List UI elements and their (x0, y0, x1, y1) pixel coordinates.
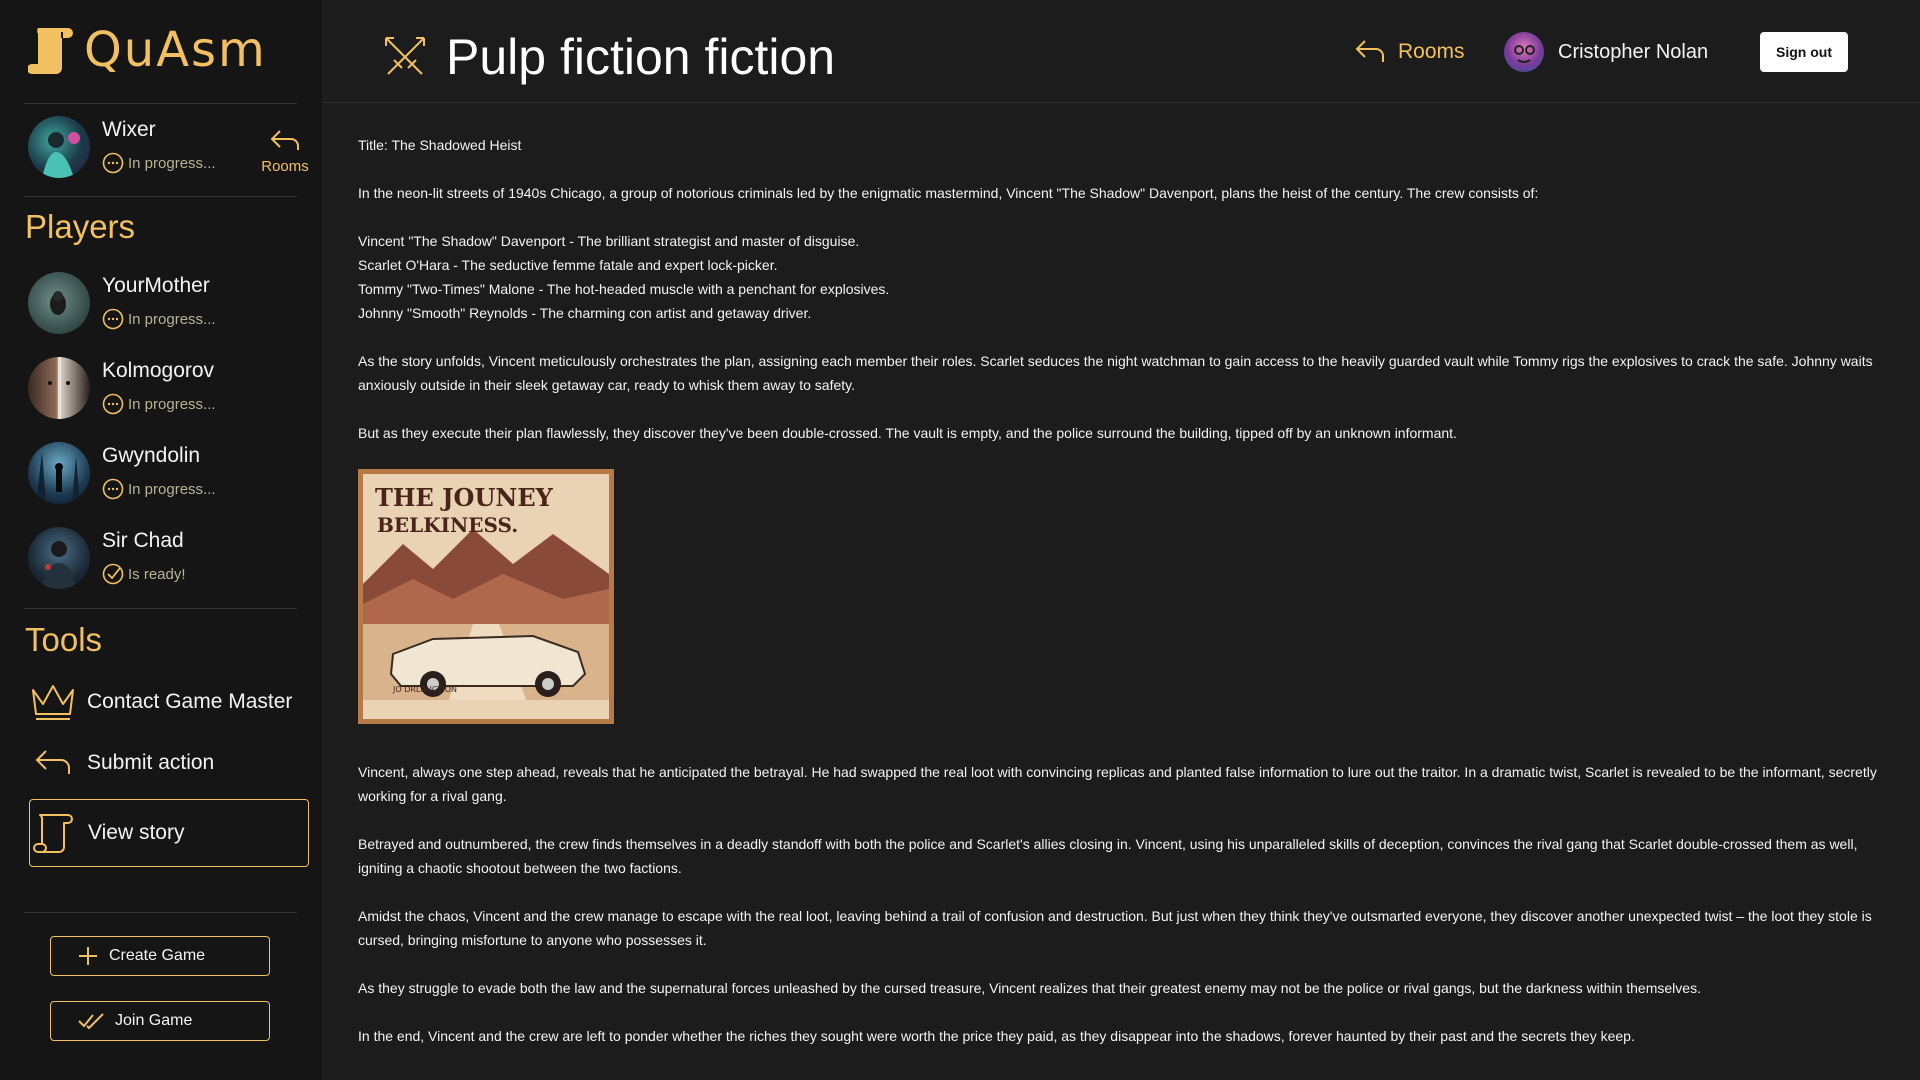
header: Pulp fiction fiction Rooms Cristopher No… (322, 0, 1920, 103)
crown-icon (29, 682, 77, 722)
create-game-button[interactable]: Create Game (50, 936, 270, 976)
player-status: In progress... (102, 393, 216, 415)
player-status: In progress... (102, 152, 216, 174)
player-status: Is ready! (102, 563, 186, 585)
player-name: YourMother (102, 274, 210, 297)
join-game-button[interactable]: Join Game (50, 1001, 270, 1041)
status-text: In progress... (128, 480, 216, 498)
story-poster-image: THE JOUNEY BELKINESS. JO DRLAUCTION (358, 469, 614, 724)
avatar (28, 442, 90, 504)
crew-list: Vincent "The Shadow" Davenport - The bri… (358, 229, 1888, 325)
tool-label: View story (88, 821, 185, 844)
player-status: In progress... (102, 478, 216, 500)
view-story-button[interactable]: View story (29, 799, 309, 867)
return-arrow-icon (29, 747, 77, 779)
logo[interactable]: QuAsm (28, 22, 267, 78)
divider (24, 103, 297, 104)
sidebar: QuAsm Wixer In progress... Rooms Players… (0, 0, 322, 1080)
crew-item: Tommy "Two-Times" Malone - The hot-heade… (358, 281, 890, 297)
player-item[interactable]: YourMother In progress... (26, 272, 306, 336)
tool-label: Contact Game Master (87, 690, 293, 713)
avatar (28, 527, 90, 589)
player-name: Sir Chad (102, 529, 184, 552)
tool-label: Submit action (87, 751, 215, 774)
in-progress-icon (102, 308, 124, 330)
logo-text: QuAsm (84, 22, 267, 78)
double-check-icon (78, 1013, 104, 1030)
status-text: In progress... (128, 310, 216, 328)
status-text: Is ready! (128, 565, 186, 583)
player-item[interactable]: Sir Chad Is ready! (26, 527, 306, 591)
rooms-nav-label: Rooms (1398, 40, 1465, 63)
story-paragraph: Amidst the chaos, Vincent and the crew m… (358, 908, 1872, 948)
status-text: In progress... (128, 395, 216, 413)
poster-headline: THE JOUNEY (375, 483, 554, 512)
players-title: Players (25, 208, 136, 245)
story-paragraph: As the story unfolds, Vincent meticulous… (358, 353, 1873, 393)
player-name: Gwyndolin (102, 444, 201, 467)
player-item[interactable]: Kolmogorov In progress... (26, 357, 306, 421)
plus-icon (79, 947, 97, 965)
avatar (28, 272, 90, 334)
in-progress-icon (102, 152, 124, 174)
divider (24, 608, 297, 609)
ready-check-icon (102, 563, 124, 585)
contact-game-master-button[interactable]: Contact Game Master (29, 668, 309, 736)
in-progress-icon (102, 478, 124, 500)
page-title: Pulp fiction fiction (446, 29, 836, 85)
divider (24, 912, 297, 913)
poster-footer: JO DRLAUCTION (392, 685, 457, 694)
rooms-mini-button[interactable]: Rooms (260, 128, 310, 175)
avatar (28, 116, 90, 178)
status-text: In progress... (128, 154, 216, 172)
player-name: Kolmogorov (102, 359, 215, 382)
poster-subheadline: BELKINESS. (377, 513, 518, 537)
story-paragraph: In the neon-lit streets of 1940s Chicago… (358, 185, 1539, 201)
rooms-mini-label: Rooms (261, 158, 309, 175)
in-progress-icon (102, 393, 124, 415)
submit-action-button[interactable]: Submit action (29, 729, 309, 797)
story-paragraph: Betrayed and outnumbered, the crew finds… (358, 836, 1858, 876)
story-paragraph: In the end, Vincent and the crew are lef… (358, 1028, 1635, 1044)
avatar (1504, 32, 1544, 72)
crew-item: Scarlet O'Hara - The seductive femme fat… (358, 257, 778, 273)
story-content: Title: The Shadowed Heist In the neon-li… (358, 133, 1888, 1072)
player-name: Wixer (102, 118, 156, 141)
user-profile[interactable]: Cristopher Nolan (1504, 32, 1708, 72)
player-item[interactable]: Gwyndolin In progress... (26, 442, 306, 506)
story-title: Title: The Shadowed Heist (358, 137, 522, 153)
avatar (28, 357, 90, 419)
user-name: Cristopher Nolan (1558, 40, 1709, 63)
join-game-label: Join Game (115, 1012, 193, 1029)
return-arrow-icon (1355, 40, 1384, 62)
scroll-icon (30, 811, 78, 855)
return-arrow-icon (270, 130, 299, 150)
scroll-logo-icon (28, 28, 73, 74)
crew-item: Vincent "The Shadow" Davenport - The bri… (358, 233, 860, 249)
page-title-wrap: Pulp fiction fiction (382, 28, 835, 86)
create-game-label: Create Game (109, 947, 206, 964)
story-paragraph: But as they execute their plan flawlessl… (358, 425, 1457, 441)
player-status: In progress... (102, 308, 216, 330)
divider (24, 196, 297, 197)
story-paragraph: As they struggle to evade both the law a… (358, 980, 1701, 996)
crew-item: Johnny "Smooth" Reynolds - The charming … (358, 305, 812, 321)
crossed-swords-icon (385, 37, 425, 75)
tools-title: Tools (25, 621, 103, 658)
story-paragraph: Vincent, always one step ahead, reveals … (358, 764, 1877, 804)
sign-out-button[interactable]: Sign out (1760, 32, 1848, 72)
rooms-nav-link[interactable]: Rooms (1354, 38, 1465, 66)
